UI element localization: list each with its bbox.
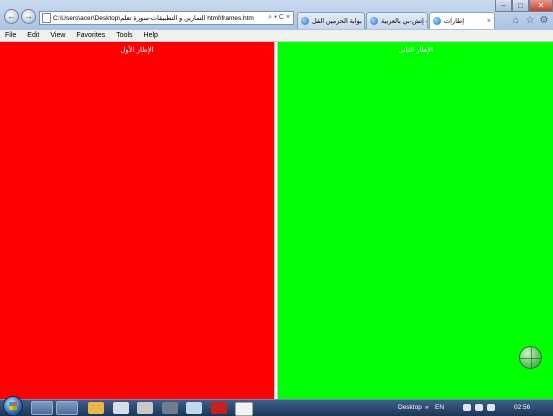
first-frame: الإطار الأول bbox=[0, 42, 274, 399]
document-icon[interactable] bbox=[186, 402, 202, 414]
explorer-taskbar-icon[interactable] bbox=[56, 401, 78, 415]
tab-label: إطارات bbox=[444, 18, 465, 25]
toolbar-chevron-icon[interactable]: » bbox=[425, 404, 429, 411]
tab-favicon-icon bbox=[301, 17, 309, 25]
page-document-icon bbox=[42, 13, 51, 23]
menu-favorites[interactable]: Favorites bbox=[71, 32, 111, 39]
favorites-star-icon[interactable]: ☆ bbox=[524, 15, 536, 27]
back-button[interactable]: ← bbox=[4, 9, 19, 24]
tab-label: بوابة الحرمين الفل ... bbox=[312, 18, 364, 25]
app-icon[interactable] bbox=[113, 402, 129, 414]
menu-bar: File Edit View Favorites Tools Help bbox=[0, 30, 553, 42]
tab-close-icon[interactable]: × bbox=[484, 18, 491, 25]
close-icon: ✕ bbox=[537, 1, 545, 10]
window-icon[interactable] bbox=[162, 402, 178, 414]
tab-hp-arabic[interactable]: إتش-بي بالعربية - ... bbox=[366, 12, 428, 29]
menu-file[interactable]: File bbox=[0, 32, 22, 39]
globe-icon[interactable] bbox=[519, 346, 542, 369]
second-frame-title: الإطار الثاني bbox=[397, 47, 434, 54]
tray-volume-icon[interactable] bbox=[487, 404, 495, 411]
close-window-button[interactable]: ✕ bbox=[529, 0, 553, 12]
forward-arrow-icon: → bbox=[24, 11, 33, 21]
maximize-button[interactable]: □ bbox=[512, 0, 529, 12]
taskbar: Desktop » EN 02:56 bbox=[0, 396, 553, 416]
minimize-icon: – bbox=[501, 1, 506, 10]
address-bar[interactable]: C:\Users\acer\Desktop\التمارين و التطبيق… bbox=[39, 11, 294, 25]
ie-taskbar-icon[interactable] bbox=[31, 401, 53, 415]
maximize-icon: □ bbox=[518, 1, 523, 10]
windows-start-icon[interactable] bbox=[3, 396, 23, 416]
clock[interactable]: 02:56 bbox=[514, 404, 530, 411]
tab-frames-active[interactable]: إطارات × bbox=[429, 12, 495, 29]
language-indicator[interactable]: EN bbox=[435, 404, 444, 411]
media-player-icon[interactable] bbox=[88, 402, 104, 414]
address-actions[interactable]: ⌕ ▾ C × bbox=[268, 14, 290, 22]
tab-favicon-icon bbox=[370, 17, 378, 25]
settings-gear-icon[interactable]: ⚙ bbox=[538, 15, 550, 27]
tray-flag-icon[interactable] bbox=[475, 404, 483, 411]
tray-network-icon[interactable] bbox=[463, 404, 471, 411]
tab-label: إتش-بي بالعربية - ... bbox=[381, 18, 428, 25]
first-frame-title: الإطار الأول bbox=[120, 47, 154, 54]
menu-view[interactable]: View bbox=[45, 32, 71, 39]
minimize-button[interactable]: – bbox=[495, 0, 512, 12]
tool-icon[interactable] bbox=[137, 402, 153, 414]
browser-titlebar: ← → C:\Users\acer\Desktop\التمارين و الت… bbox=[0, 0, 553, 30]
paint-icon[interactable] bbox=[235, 402, 253, 416]
menu-edit[interactable]: Edit bbox=[22, 32, 45, 39]
tab-favicon-icon bbox=[433, 17, 441, 25]
home-icon[interactable]: ⌂ bbox=[510, 15, 522, 27]
address-url[interactable]: C:\Users\acer\Desktop\التمارين و التطبيق… bbox=[53, 14, 268, 22]
desktop-toolbar-label[interactable]: Desktop bbox=[398, 404, 422, 411]
menu-help[interactable]: Help bbox=[139, 32, 164, 39]
menu-tools[interactable]: Tools bbox=[111, 32, 138, 39]
forward-button[interactable]: → bbox=[21, 9, 36, 24]
pdf-reader-icon[interactable] bbox=[211, 402, 227, 414]
back-arrow-icon: ← bbox=[7, 11, 16, 21]
tab-haramain[interactable]: بوابة الحرمين الفل ... bbox=[297, 12, 365, 29]
second-frame: الإطار الثاني bbox=[278, 42, 553, 399]
